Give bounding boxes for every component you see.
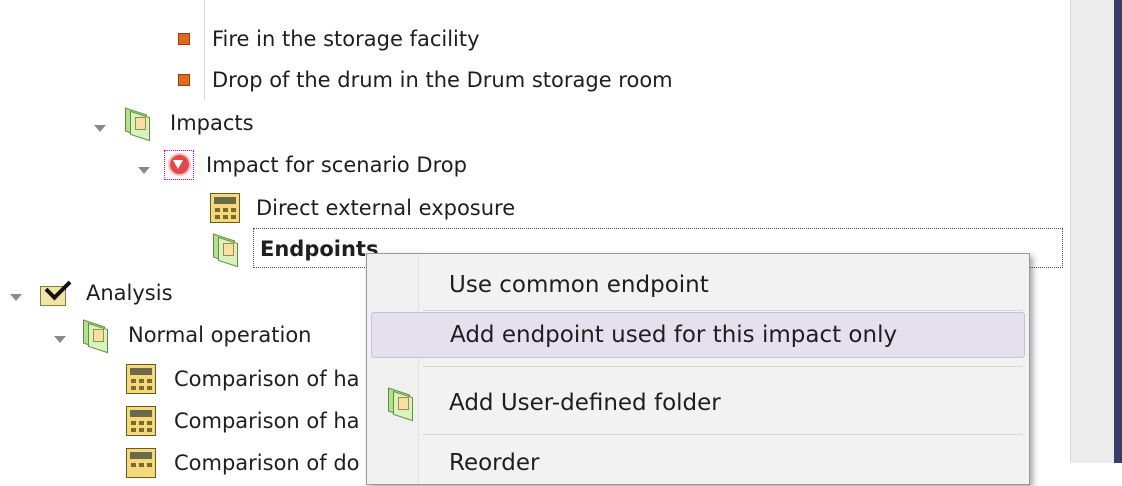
calculator-icon — [126, 406, 156, 436]
tree-item-label: Impact for scenario Drop — [206, 153, 467, 177]
folder-icon — [210, 233, 240, 268]
tree-item-label: Impacts — [170, 111, 254, 135]
impact-icon — [164, 150, 194, 180]
menu-item-add-user-defined-folder[interactable]: Add User-defined folder — [371, 380, 1025, 426]
window-edge — [1114, 0, 1122, 463]
tree-item-label: Comparison of do — [174, 451, 360, 475]
tree-item-comparison-2[interactable]: Comparison of ha — [126, 404, 362, 438]
tree-item-normal-operation[interactable]: Normal operation — [80, 318, 313, 354]
menu-separator — [423, 434, 1023, 435]
menu-item-reorder[interactable]: Reorder — [371, 440, 1025, 486]
menu-separator — [423, 310, 1023, 311]
calculator-icon — [126, 448, 156, 478]
folder-icon — [122, 107, 152, 142]
tree-item-label: Comparison of ha — [174, 367, 360, 391]
menu-item-add-endpoint-this-impact[interactable]: Add endpoint used for this impact only — [371, 312, 1025, 358]
menu-item-label: Add User-defined folder — [449, 390, 721, 416]
expand-arrow-icon[interactable] — [138, 167, 150, 174]
tree-item-impact-scenario-drop[interactable]: Impact for scenario Drop — [164, 148, 469, 182]
tree-item-label: Drop of the drum in the Drum storage roo… — [212, 68, 673, 92]
calculator-icon — [126, 364, 156, 394]
menu-item-label: Reorder — [449, 450, 540, 476]
menu-item-label: Use common endpoint — [449, 272, 709, 298]
tree-item-endpoints[interactable]: Endpoints — [210, 232, 380, 268]
menu-item-label: Add endpoint used for this impact only — [450, 322, 898, 348]
tree-item-label: Fire in the storage facility — [212, 27, 480, 51]
tree-item-comparison-1[interactable]: Comparison of ha — [126, 362, 362, 396]
tree-item-label: Comparison of ha — [174, 409, 360, 433]
tree-item-direct-external-exposure[interactable]: Direct external exposure — [210, 191, 517, 225]
expand-arrow-icon[interactable] — [54, 336, 66, 343]
expand-arrow-icon[interactable] — [94, 125, 106, 132]
tree-item-label: Direct external exposure — [256, 196, 516, 220]
analysis-check-icon — [38, 273, 72, 308]
expand-arrow-icon[interactable] — [10, 294, 22, 301]
folder-icon — [385, 387, 415, 422]
orange-square-icon — [178, 74, 190, 86]
context-menu: Use common endpoint Add endpoint used fo… — [366, 253, 1030, 485]
menu-separator — [423, 366, 1023, 367]
calculator-icon — [210, 193, 240, 223]
tree-item-comparison-3[interactable]: Comparison of do — [126, 446, 362, 480]
tree-item-label: Analysis — [86, 281, 173, 305]
tree-item-impacts[interactable]: Impacts — [122, 106, 256, 142]
tree-item-fire[interactable]: Fire in the storage facility — [178, 22, 482, 56]
tree-item-analysis[interactable]: Analysis — [38, 273, 175, 310]
tree-item-label: Normal operation — [128, 323, 312, 347]
menu-item-use-common-endpoint[interactable]: Use common endpoint — [371, 262, 1025, 308]
tree-item-label: Endpoints — [260, 237, 379, 261]
orange-square-icon — [178, 33, 190, 45]
folder-icon — [80, 319, 110, 354]
tree-item-drop[interactable]: Drop of the drum in the Drum storage roo… — [178, 63, 675, 97]
scrollbar-area[interactable] — [1070, 0, 1122, 463]
